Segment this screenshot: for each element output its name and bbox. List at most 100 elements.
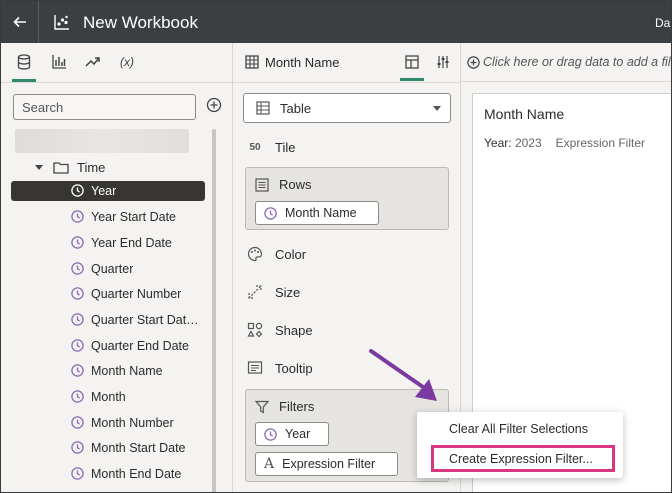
rows-drop-zone[interactable]: Rows Month Name [245,167,449,230]
column-label: Quarter Start Dat… [91,313,199,327]
column-item[interactable]: Quarter End Date [11,336,205,356]
column-item[interactable]: Year End Date [11,233,205,253]
filter-context-menu: Clear All Filter Selections Create Expre… [417,412,623,478]
viz-title: Month Name [484,106,565,122]
rows-pill[interactable]: Month Name [255,201,379,225]
column-label: Month End Date [91,467,182,481]
clock-icon [71,313,84,326]
shape-label: Shape [275,322,313,338]
menu-item-create-expression-filter[interactable]: Create Expression Filter... [449,452,593,466]
annotation-arrow-icon [369,349,437,401]
header-data-tab[interactable]: Da [655,16,670,30]
column-item[interactable]: Month [11,387,205,407]
workbook-title: New Workbook [83,13,198,32]
filter-expression: Expression Filter [555,136,646,150]
rows-label: Rows [279,177,312,192]
column-item[interactable]: Quarter Number [11,284,205,304]
folder-time[interactable]: Time [35,157,105,177]
tooltip-label: Tooltip [275,360,313,376]
clock-icon [71,416,84,429]
filter-value: 2023 [514,136,542,150]
clock-icon [71,236,84,249]
sliders-icon [437,56,449,68]
tab-visualizations[interactable] [46,51,72,73]
workbook-app: New Workbook Da (x) Time Year [0,0,672,493]
column-label: Quarter Number [91,287,182,301]
tab-properties[interactable] [433,52,453,72]
size-icon [248,285,262,299]
filter-bar[interactable]: Click here or drag data to add a fil [467,55,671,69]
color-label: Color [275,246,307,262]
tab-analytics[interactable] [80,51,106,73]
clock-icon [264,206,277,220]
filter-key: Year: [484,136,512,150]
folder-icon [53,161,69,174]
filter-pill-label: Year [285,427,311,441]
data-panel-scrollbar[interactable] [212,129,216,492]
search-input[interactable] [13,94,196,120]
column-item[interactable]: Month Number [11,413,205,433]
tab-grammar[interactable] [400,52,424,81]
menu-item-clear-filters[interactable]: Clear All Filter Selections [449,422,588,436]
app-header: New Workbook Da [1,1,671,43]
color-section[interactable]: Color [247,244,306,264]
column-label: Year End Date [91,236,172,250]
clock-icon [71,339,84,352]
add-icon[interactable] [206,97,222,113]
arrow-left-icon [12,16,26,28]
clock-icon [71,262,84,275]
viz-type-select[interactable]: Table [243,93,451,123]
layout-icon [405,55,419,69]
folder-label: Time [77,159,106,175]
filter-icon [255,400,269,414]
filter-pill-expression[interactable]: A Expression Filter [255,452,398,476]
column-item[interactable]: Year [11,181,205,201]
tile-label: Tile [275,139,296,155]
size-section[interactable]: Size [247,282,300,302]
column-item[interactable]: Month Start Date [11,438,205,458]
table-icon [256,101,270,115]
tile-section[interactable]: 50 Tile [247,137,295,157]
clock-icon [71,364,84,377]
chevron-down-icon [35,164,43,170]
tab-data[interactable] [11,51,37,82]
column-label: Month Name [91,364,163,378]
tooltip-icon [247,361,263,374]
tab-calculations[interactable]: (x) [114,51,140,73]
filter-pill-year[interactable]: Year [255,422,329,446]
rows-icon [255,177,269,192]
column-item[interactable]: Month End Date [11,464,205,484]
filter-bar-hint: Click here or drag data to add a fil [483,55,671,69]
column-label: Month Start Date [91,441,186,455]
column-item[interactable]: Quarter [11,259,205,279]
rows-header: Rows [255,177,312,192]
filter-pill-label: Expression Filter [282,457,376,471]
palette-icon [247,246,263,262]
chevron-down-icon [433,106,441,111]
back-button[interactable] [1,1,39,43]
clock-icon [71,184,84,197]
add-filter-icon [467,55,480,69]
tooltip-section[interactable]: Tooltip [247,358,313,378]
fx-icon: (x) [120,55,134,69]
trend-icon [85,57,100,67]
database-icon [17,54,31,70]
filters-label: Filters [279,399,315,414]
column-item[interactable]: Quarter Start Dat… [11,310,205,330]
column-item[interactable]: Year Start Date [11,207,205,227]
clock-icon [71,390,84,403]
column-item[interactable]: Month Name [11,361,205,381]
column-label: Year Start Date [91,210,177,224]
grammar-header: Month Name [233,43,461,83]
column-label: Month Number [91,416,174,430]
clock-icon [71,467,84,480]
shapes-icon [247,322,263,338]
expression-icon: A [264,456,275,472]
viz-filter-summary: Year: 2023 Expression Filter [484,136,645,150]
column-label: Month [91,390,126,404]
viz-name: Month Name [265,55,340,70]
bar-chart-icon [52,55,66,69]
column-label: Quarter End Date [91,339,189,353]
viz-type-label: Table [280,100,312,116]
shape-section[interactable]: Shape [247,320,313,340]
